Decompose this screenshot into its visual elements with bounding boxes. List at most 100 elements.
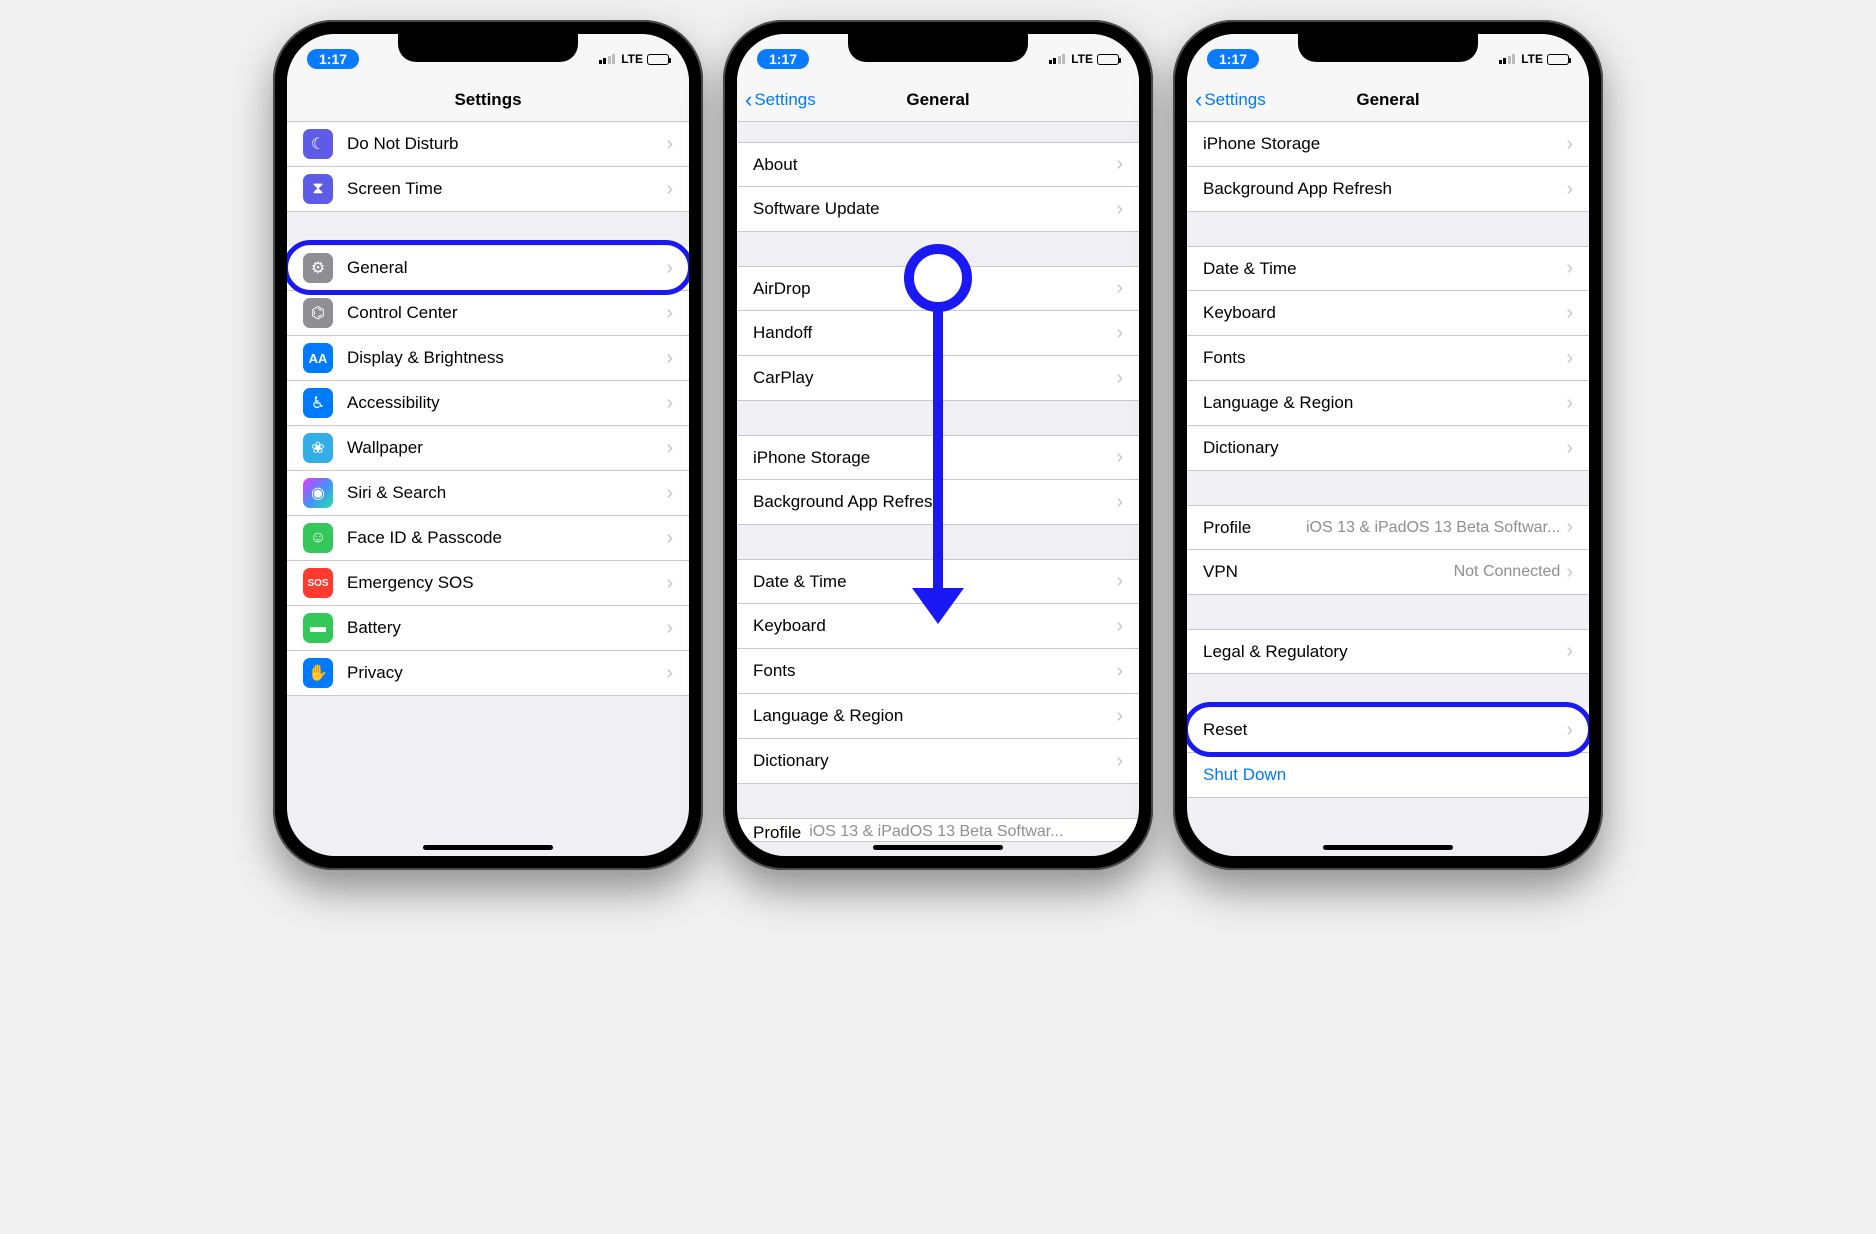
chevron-right-icon: › <box>1116 322 1123 345</box>
accessibility-icon: ♿︎ <box>303 388 333 418</box>
screen-2: 1:17 LTE ‹Settings General About › Softw… <box>737 34 1139 856</box>
screen-3: 1:17 LTE ‹Settings General iPhone Storag… <box>1187 34 1589 856</box>
row-do-not-disturb[interactable]: ☾ Do Not Disturb › <box>287 122 689 167</box>
row-siri-search[interactable]: ◉ Siri & Search › <box>287 471 689 516</box>
chevron-right-icon: › <box>666 482 673 505</box>
battery-icon <box>647 54 669 65</box>
row-general[interactable]: ⚙ General › <box>287 246 689 291</box>
carrier-label: LTE <box>1071 52 1093 66</box>
home-indicator[interactable] <box>423 845 553 850</box>
chevron-right-icon: › <box>666 178 673 201</box>
row-emergency-sos[interactable]: SOS Emergency SOS › <box>287 561 689 606</box>
phone-frame-1: 1:17 LTE Settings ☾ Do Not Disturb › ⧗ S… <box>273 20 703 870</box>
settings-list[interactable]: ☾ Do Not Disturb › ⧗ Screen Time › ⚙ Gen… <box>287 122 689 856</box>
row-iphone-storage[interactable]: iPhone Storage › <box>1187 122 1589 167</box>
row-label: Control Center <box>347 303 666 323</box>
chevron-left-icon: ‹ <box>1195 89 1202 111</box>
row-label: Battery <box>347 618 666 638</box>
row-faceid-passcode[interactable]: ☺ Face ID & Passcode › <box>287 516 689 561</box>
chevron-right-icon: › <box>666 617 673 640</box>
battery-icon <box>1097 54 1119 65</box>
chevron-right-icon: › <box>1566 719 1573 742</box>
text-size-icon: AA <box>303 343 333 373</box>
chevron-right-icon: › <box>666 572 673 595</box>
moon-icon: ☾ <box>303 129 333 159</box>
row-label: Keyboard <box>1203 303 1566 323</box>
signal-bars-icon <box>1049 54 1066 64</box>
back-button[interactable]: ‹Settings <box>745 89 816 111</box>
row-dictionary[interactable]: Dictionary › <box>737 739 1139 784</box>
phone-frame-2: 1:17 LTE ‹Settings General About › Softw… <box>723 20 1153 870</box>
row-label: Keyboard <box>753 616 1116 636</box>
row-carplay[interactable]: CarPlay › <box>737 356 1139 401</box>
row-profile[interactable]: Profile iOS 13 & iPadOS 13 Beta Softwar.… <box>1187 505 1589 550</box>
row-label: Accessibility <box>347 393 666 413</box>
row-bg-app-refresh[interactable]: Background App Refresh › <box>737 480 1139 525</box>
row-label: Language & Region <box>753 706 1116 726</box>
row-shut-down[interactable]: Shut Down <box>1187 753 1589 798</box>
row-legal-regulatory[interactable]: Legal & Regulatory › <box>1187 629 1589 674</box>
row-dictionary[interactable]: Dictionary › <box>1187 426 1589 471</box>
row-detail: iOS 13 & iPadOS 13 Beta Softwar... <box>1261 519 1560 537</box>
row-language-region[interactable]: Language & Region › <box>737 694 1139 739</box>
row-label: General <box>347 258 666 278</box>
row-privacy[interactable]: ✋ Privacy › <box>287 651 689 696</box>
row-date-time[interactable]: Date & Time › <box>737 559 1139 604</box>
general-list-scrolled[interactable]: iPhone Storage › Background App Refresh … <box>1187 122 1589 856</box>
row-battery[interactable]: ▬ Battery › <box>287 606 689 651</box>
row-about[interactable]: About › <box>737 142 1139 187</box>
notch <box>1298 34 1478 62</box>
row-label: Do Not Disturb <box>347 134 666 154</box>
row-handoff[interactable]: Handoff › <box>737 311 1139 356</box>
row-label: Language & Region <box>1203 393 1566 413</box>
chevron-right-icon: › <box>1116 570 1123 593</box>
chevron-right-icon: › <box>666 302 673 325</box>
chevron-right-icon: › <box>1116 277 1123 300</box>
home-indicator[interactable] <box>1323 845 1453 850</box>
row-detail: Not Connected <box>1248 563 1560 581</box>
row-label: iPhone Storage <box>753 448 1116 468</box>
home-indicator[interactable] <box>873 845 1003 850</box>
row-label: Reset <box>1203 720 1566 740</box>
chevron-right-icon: › <box>1116 660 1123 683</box>
row-label: iPhone Storage <box>1203 134 1566 154</box>
row-iphone-storage[interactable]: iPhone Storage › <box>737 435 1139 480</box>
row-label: Face ID & Passcode <box>347 528 666 548</box>
sos-icon: SOS <box>303 568 333 598</box>
general-list[interactable]: About › Software Update › AirDrop › Hand… <box>737 122 1139 856</box>
chevron-right-icon: › <box>666 527 673 550</box>
row-language-region[interactable]: Language & Region › <box>1187 381 1589 426</box>
row-vpn[interactable]: VPN Not Connected › <box>1187 550 1589 595</box>
row-bg-app-refresh[interactable]: Background App Refresh › <box>1187 167 1589 212</box>
row-fonts[interactable]: Fonts › <box>737 649 1139 694</box>
back-button[interactable]: ‹Settings <box>1195 89 1266 111</box>
row-label: Profile <box>1203 518 1251 538</box>
chevron-right-icon: › <box>666 133 673 156</box>
row-date-time[interactable]: Date & Time › <box>1187 246 1589 291</box>
row-software-update[interactable]: Software Update › <box>737 187 1139 232</box>
row-control-center[interactable]: ⌬ Control Center › <box>287 291 689 336</box>
row-reset[interactable]: Reset › <box>1187 708 1589 753</box>
chevron-right-icon: › <box>666 347 673 370</box>
row-label: Background App Refresh <box>753 492 1116 512</box>
row-fonts[interactable]: Fonts › <box>1187 336 1589 381</box>
chevron-right-icon: › <box>1566 561 1573 584</box>
status-time: 1:17 <box>757 49 809 69</box>
row-screen-time[interactable]: ⧗ Screen Time › <box>287 167 689 212</box>
row-keyboard[interactable]: Keyboard › <box>737 604 1139 649</box>
row-profile[interactable]: Profile iOS 13 & iPadOS 13 Beta Softwar.… <box>737 818 1139 842</box>
row-label: Siri & Search <box>347 483 666 503</box>
row-label: Emergency SOS <box>347 573 666 593</box>
phone-frame-3: 1:17 LTE ‹Settings General iPhone Storag… <box>1173 20 1603 870</box>
chevron-right-icon: › <box>1116 153 1123 176</box>
chevron-right-icon: › <box>1566 392 1573 415</box>
chevron-right-icon: › <box>1116 705 1123 728</box>
row-wallpaper[interactable]: ❀ Wallpaper › <box>287 426 689 471</box>
row-label: Shut Down <box>1203 765 1573 785</box>
row-keyboard[interactable]: Keyboard › <box>1187 291 1589 336</box>
row-accessibility[interactable]: ♿︎ Accessibility › <box>287 381 689 426</box>
row-label: Background App Refresh <box>1203 179 1566 199</box>
row-display-brightness[interactable]: AA Display & Brightness › <box>287 336 689 381</box>
row-airdrop[interactable]: AirDrop › <box>737 266 1139 311</box>
nav-bar: ‹Settings General <box>737 78 1139 122</box>
